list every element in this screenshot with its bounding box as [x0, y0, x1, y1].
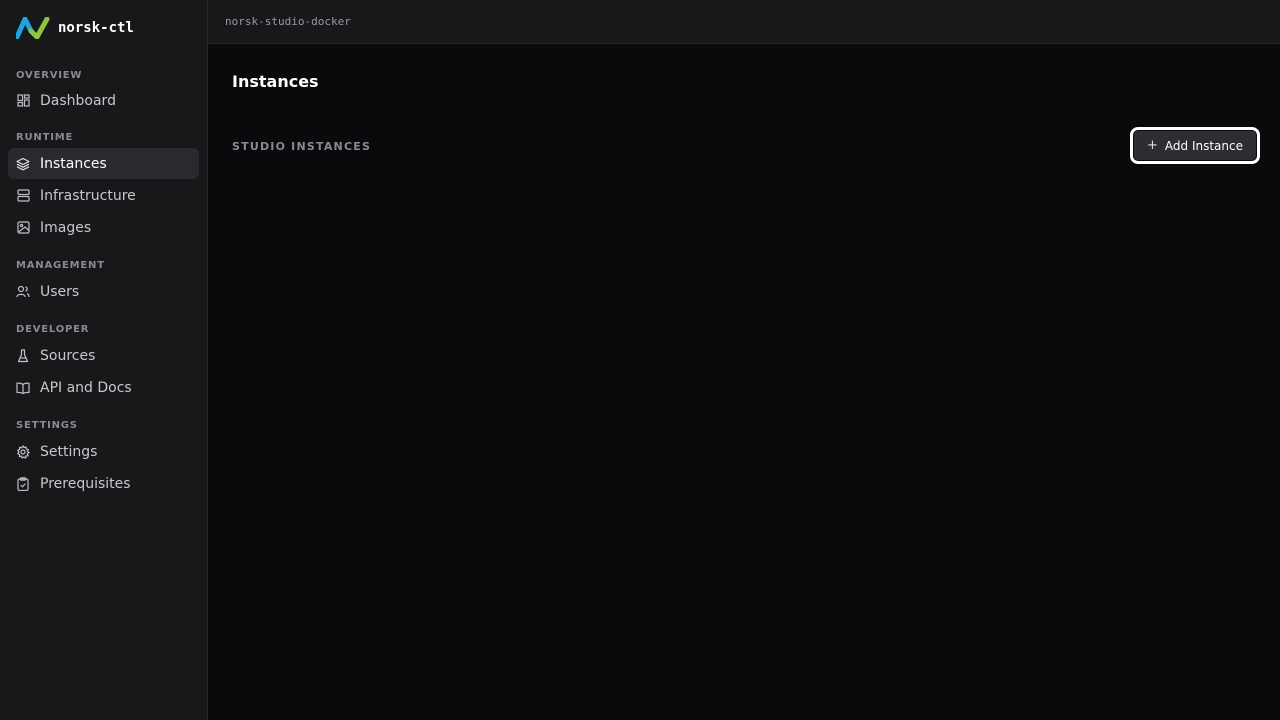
book-icon	[16, 381, 30, 395]
sidebar-item-users[interactable]: Users	[8, 276, 199, 307]
breadcrumb: norsk-studio-docker	[225, 15, 351, 28]
sidebar-item-label: Users	[40, 283, 80, 300]
sidebar-item-sources[interactable]: Sources	[8, 340, 199, 371]
clipboard-check-icon	[16, 476, 30, 491]
content: Instances STUDIO INSTANCES + Add Instanc…	[208, 44, 1280, 720]
sidebar-item-label: Instances	[40, 155, 107, 172]
topbar: norsk-studio-docker	[208, 0, 1280, 44]
add-instance-label: Add Instance	[1164, 138, 1243, 153]
sidebar-item-api-docs[interactable]: API and Docs	[8, 372, 199, 403]
norsk-logo-icon	[16, 16, 50, 40]
sidebar-item-infrastructure[interactable]: Infrastructure	[8, 180, 199, 211]
brand[interactable]: norsk-ctl	[0, 0, 207, 56]
brand-name: norsk-ctl	[58, 20, 134, 36]
sidebar-item-instances[interactable]: Instances	[8, 148, 199, 179]
server-icon	[16, 189, 30, 203]
sidebar-item-label: API and Docs	[40, 379, 132, 396]
page-title: Instances	[232, 72, 319, 91]
image-icon	[16, 221, 30, 235]
sidebar-item-settings[interactable]: Settings	[8, 436, 199, 467]
section-label-runtime: RUNTIME	[16, 132, 74, 143]
main-area: norsk-studio-docker Instances STUDIO INS…	[208, 0, 1280, 720]
flask-icon	[16, 348, 30, 363]
sidebar-item-label: Sources	[40, 347, 96, 364]
add-instance-button[interactable]: + Add Instance	[1130, 127, 1260, 164]
sidebar: norsk-ctl OVERVIEW Dashboard RUNTIME Ins…	[0, 0, 208, 720]
sidebar-item-label: Images	[40, 219, 92, 236]
sidebar-item-label: Prerequisites	[40, 475, 131, 492]
section-label-overview: OVERVIEW	[16, 70, 83, 81]
section-title-studio-instances: STUDIO INSTANCES	[232, 140, 372, 153]
plus-icon: +	[1147, 138, 1158, 153]
sidebar-item-label: Settings	[40, 443, 98, 460]
app-root: norsk-ctl OVERVIEW Dashboard RUNTIME Ins…	[0, 0, 1280, 720]
layers-icon	[16, 157, 30, 171]
grid-icon	[16, 94, 30, 108]
sidebar-item-images[interactable]: Images	[8, 212, 199, 243]
section-label-developer: DEVELOPER	[16, 324, 90, 335]
sidebar-item-prerequisites[interactable]: Prerequisites	[8, 468, 199, 499]
section-label-management: MANAGEMENT	[16, 260, 105, 271]
sidebar-item-dashboard[interactable]: Dashboard	[8, 85, 199, 116]
gear-icon	[16, 444, 30, 459]
users-icon	[16, 285, 30, 299]
sidebar-item-label: Infrastructure	[40, 187, 136, 204]
section-label-settings: SETTINGS	[16, 420, 78, 431]
sidebar-item-label: Dashboard	[40, 92, 116, 109]
